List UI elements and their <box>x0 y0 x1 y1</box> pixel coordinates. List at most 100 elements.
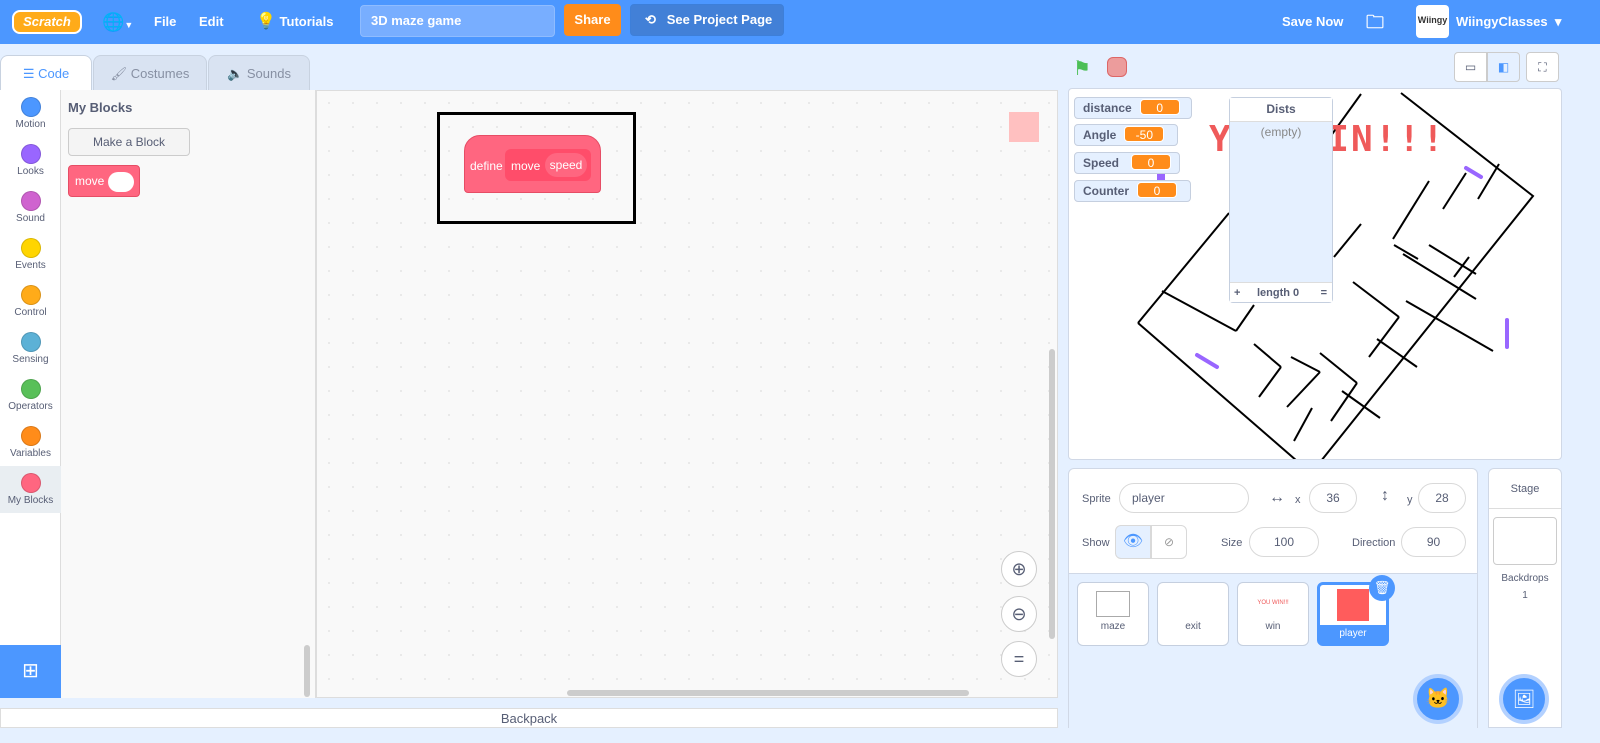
stop-icon[interactable] <box>1107 57 1127 77</box>
green-flag-icon[interactable]: ⚑ <box>1073 56 1091 81</box>
move-block-label: move <box>75 174 105 188</box>
category-sound[interactable]: Sound <box>0 184 61 231</box>
sprite-thumb-maze[interactable]: maze <box>1077 582 1149 646</box>
speaker-icon: 🔈 <box>227 66 244 81</box>
sprite-thumb-label: player <box>1320 625 1386 643</box>
show-eye-button[interactable]: 👁 <box>1115 525 1151 559</box>
player-thumbnail <box>1337 589 1369 621</box>
tab-sounds[interactable]: 🔈 Sounds <box>208 55 310 91</box>
sprite-label: Sprite <box>1082 493 1111 505</box>
tab-costumes[interactable]: 🖌 Costumes <box>93 55 207 91</box>
large-stage-button[interactable]: ◧ <box>1487 52 1520 82</box>
backpack[interactable]: Backpack <box>0 708 1058 728</box>
list-resize-handle[interactable]: = <box>1321 283 1327 303</box>
project-title-input[interactable]: 3D maze game <box>360 5 555 37</box>
sprite-thumb-exit[interactable]: exit <box>1157 582 1229 646</box>
sprite-indicator <box>1009 112 1039 142</box>
delete-sprite-icon[interactable]: 🗑 <box>1369 575 1395 601</box>
category-label: Sound <box>16 213 45 224</box>
x-label: x <box>1295 494 1301 506</box>
sprite-thumb-label: maze <box>1100 621 1126 632</box>
monitor-counter[interactable]: Counter 0 <box>1074 180 1191 202</box>
monitor-label: Angle <box>1083 128 1117 142</box>
monitor-value: 0 <box>1139 99 1180 115</box>
horizontal-scrollbar[interactable] <box>567 690 969 696</box>
folder-icon[interactable]: 🗀 <box>1366 0 1384 44</box>
palette-heading: My Blocks <box>68 100 133 115</box>
define-move-block[interactable]: define move speed <box>464 135 601 193</box>
monitor-value: 0 <box>1137 182 1177 198</box>
category-label: Events <box>15 260 46 271</box>
category-label: Operators <box>8 401 53 412</box>
category-control[interactable]: Control <box>0 278 61 325</box>
monitor-value: 0 <box>1131 154 1172 170</box>
category-label: Looks <box>17 166 44 177</box>
move-block[interactable]: move <box>68 165 140 197</box>
palette-scrollbar[interactable] <box>304 645 310 697</box>
tutorials-button[interactable]: 💡 Tutorials <box>256 0 333 44</box>
list-monitor-dists[interactable]: Dists (empty) + length 0 = <box>1229 97 1333 303</box>
save-now-button[interactable]: Save Now <box>1282 0 1343 44</box>
category-variables[interactable]: Variables <box>0 419 61 466</box>
add-backdrop-button[interactable]: 🖼 <box>1499 674 1549 724</box>
size-input[interactable]: 100 <box>1249 527 1319 557</box>
stage[interactable]: YOU WIN!!! distance0 Angle-50 Speed0 Cou… <box>1068 88 1562 460</box>
account-menu[interactable]: WiingyClasses ▾ <box>1456 0 1561 44</box>
category-dot-icon <box>20 238 41 258</box>
block-name-label: move <box>511 159 541 173</box>
brush-icon: 🖌 <box>110 66 128 81</box>
category-motion[interactable]: Motion <box>0 90 61 137</box>
vertical-scrollbar[interactable] <box>1049 349 1055 639</box>
category-operators[interactable]: Operators <box>0 372 61 419</box>
category-events[interactable]: Events <box>0 231 61 278</box>
avatar[interactable]: Wiingy <box>1416 5 1449 38</box>
monitor-label: distance <box>1083 101 1132 115</box>
direction-input[interactable]: 90 <box>1401 527 1466 557</box>
tab-code[interactable]: ☰ Code <box>0 55 92 91</box>
block-input-slot[interactable] <box>108 171 135 192</box>
sprite-name-input[interactable]: player <box>1119 483 1249 513</box>
category-dot-icon <box>20 379 41 399</box>
share-button[interactable]: Share <box>564 4 621 36</box>
small-stage-button[interactable]: ▭ <box>1454 52 1487 82</box>
language-globe-icon[interactable]: 🌐▼ <box>102 0 133 44</box>
category-my-blocks[interactable]: My Blocks <box>0 466 61 513</box>
category-menu: Motion Looks Sound Events Control Sensing Oper… <box>0 90 61 645</box>
list-add-button[interactable]: + <box>1234 283 1240 303</box>
show-label: Show <box>1082 537 1110 549</box>
edit-menu[interactable]: Edit <box>199 0 224 44</box>
monitor-angle[interactable]: Angle -50 <box>1074 124 1178 146</box>
monitor-speed[interactable]: Speed 0 <box>1074 152 1180 174</box>
add-extension-button[interactable]: ⊞ <box>0 645 61 698</box>
sprite-thumb-label: exit <box>1185 621 1201 632</box>
zoom-reset-button[interactable]: = <box>1001 641 1037 677</box>
hide-eye-button[interactable]: ⊘ <box>1151 525 1187 559</box>
sprite-thumb-win[interactable]: YOU WIN!!! win <box>1237 582 1309 646</box>
file-menu[interactable]: File <box>154 0 176 44</box>
category-dot-icon <box>20 191 41 211</box>
zoom-out-button[interactable]: ⊖ <box>1001 596 1037 632</box>
tab-sounds-label: Sounds <box>246 66 291 81</box>
see-project-page-button[interactable]: ⟲ See Project Page <box>630 4 784 36</box>
scratch-logo[interactable]: Scratch <box>12 10 82 34</box>
category-dot-icon <box>20 144 41 164</box>
remix-icon: ⟲ <box>645 12 656 27</box>
speed-param[interactable]: speed <box>545 153 587 177</box>
monitor-distance[interactable]: distance 0 <box>1074 97 1192 119</box>
category-looks[interactable]: Looks <box>0 137 61 184</box>
fullscreen-button[interactable]: ⛶ <box>1526 52 1559 82</box>
add-sprite-button[interactable]: 🐱 <box>1413 674 1463 724</box>
sprite-thumb-label: win <box>1265 621 1281 632</box>
make-a-block-button[interactable]: Make a Block <box>68 128 190 156</box>
username: WiingyClasses <box>1456 14 1548 29</box>
category-dot-icon <box>20 332 41 352</box>
maze-thumbnail <box>1096 591 1130 617</box>
zoom-in-button[interactable]: ⊕ <box>1001 551 1037 587</box>
x-input[interactable]: 36 <box>1309 483 1357 513</box>
list-empty: (empty) <box>1260 125 1302 139</box>
win-thumbnail: YOU WIN!!! <box>1257 600 1289 606</box>
code-area[interactable]: define move speed ⊕ ⊖ = <box>316 90 1058 698</box>
y-input[interactable]: 28 <box>1418 483 1466 513</box>
tutorials-label: Tutorials <box>279 14 334 29</box>
category-sensing[interactable]: Sensing <box>0 325 61 372</box>
